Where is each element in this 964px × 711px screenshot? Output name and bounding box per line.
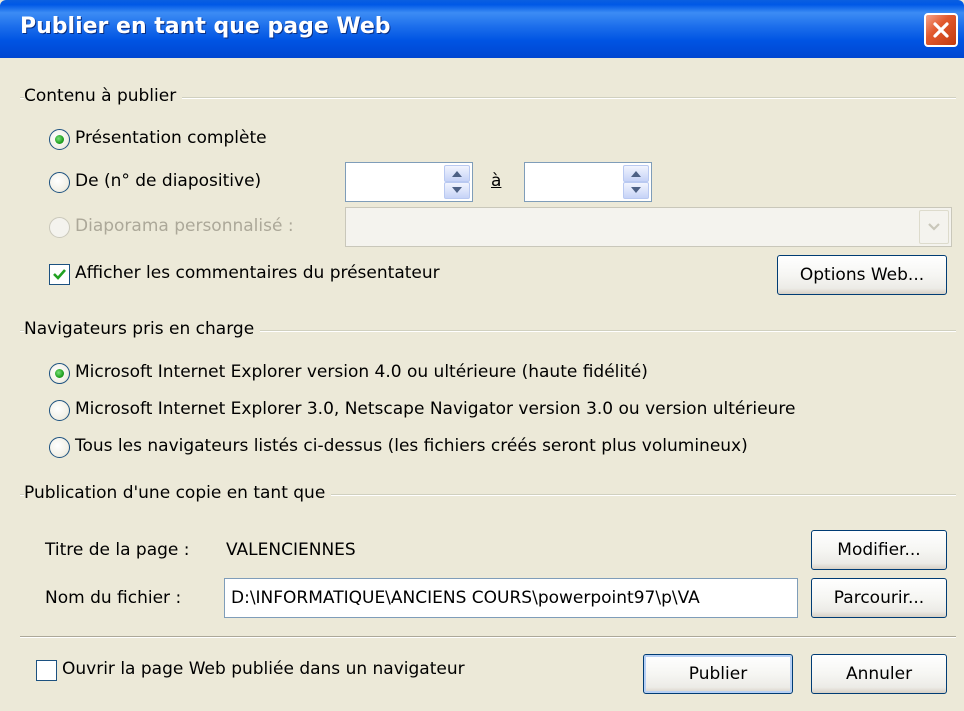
spin-down-button[interactable]: [444, 182, 470, 199]
group-label-publication: Publication d'une copie en tant que: [24, 483, 332, 503]
radio-de-diapositive[interactable]: [49, 172, 70, 193]
label-afficher-commentaires[interactable]: Afficher les commentaires du présentateu…: [75, 263, 440, 283]
arrow-up-icon: [631, 171, 641, 177]
titre-page-value: VALENCIENNES: [226, 540, 356, 560]
title-bar: Publier en tant que page Web: [0, 0, 964, 58]
radio-presentation-complete[interactable]: [49, 129, 70, 150]
checkmark-icon: [53, 269, 66, 280]
label-titre-page: Titre de la page :: [45, 540, 190, 560]
spin-up-button[interactable]: [444, 165, 470, 182]
label-presentation-complete[interactable]: Présentation complète: [75, 128, 267, 148]
publier-button[interactable]: Publier: [643, 654, 793, 694]
from-slide-spinner[interactable]: [345, 162, 473, 202]
spin-up-button[interactable]: [623, 165, 649, 182]
annuler-button[interactable]: Annuler: [811, 654, 947, 694]
label-de-diapositive[interactable]: De (n° de diapositive): [75, 171, 261, 191]
group-label-navigateurs: Navigateurs pris en charge: [24, 319, 261, 339]
radio-diaporama-personnalise: [49, 217, 70, 238]
label-to: à: [491, 171, 502, 191]
radio-browser-ie3[interactable]: [49, 400, 70, 421]
label-browser-all[interactable]: Tous les navigateurs listés ci-dessus (l…: [75, 436, 748, 456]
to-slide-spinner[interactable]: [524, 162, 652, 202]
file-name-input[interactable]: D:\INFORMATIQUE\ANCIENS COURS\powerpoint…: [224, 578, 798, 618]
arrow-down-icon: [452, 187, 462, 193]
arrow-down-icon: [631, 187, 641, 193]
chevron-down-icon: [928, 223, 940, 231]
label-nom-fichier: Nom du fichier :: [45, 588, 182, 608]
radio-browser-all[interactable]: [49, 437, 70, 458]
label-ouvrir-navigateur[interactable]: Ouvrir la page Web publiée dans un navig…: [62, 659, 465, 679]
parcourir-button[interactable]: Parcourir...: [811, 578, 947, 618]
close-button[interactable]: [924, 13, 958, 47]
label-browser-ie3[interactable]: Microsoft Internet Explorer 3.0, Netscap…: [75, 399, 795, 419]
dialog-body: Contenu à publier Présentation complète …: [0, 58, 964, 711]
radio-browser-ie4[interactable]: [49, 363, 70, 384]
window-title: Publier en tant que page Web: [20, 14, 391, 39]
footer-separator: [20, 636, 956, 638]
label-diaporama-personnalise: Diaporama personnalisé :: [75, 216, 294, 236]
group-label-contenu: Contenu à publier: [24, 86, 183, 106]
combo-dropdown-button: [919, 210, 949, 244]
options-web-button[interactable]: Options Web...: [777, 255, 947, 295]
modifier-button[interactable]: Modifier...: [811, 530, 947, 570]
checkbox-ouvrir-navigateur[interactable]: [36, 660, 57, 681]
label-browser-ie4[interactable]: Microsoft Internet Explorer version 4.0 …: [75, 362, 648, 382]
spin-down-button[interactable]: [623, 182, 649, 199]
arrow-up-icon: [452, 171, 462, 177]
close-icon: [933, 22, 949, 38]
checkbox-afficher-commentaires[interactable]: [49, 264, 70, 285]
custom-show-combobox: [345, 207, 952, 247]
